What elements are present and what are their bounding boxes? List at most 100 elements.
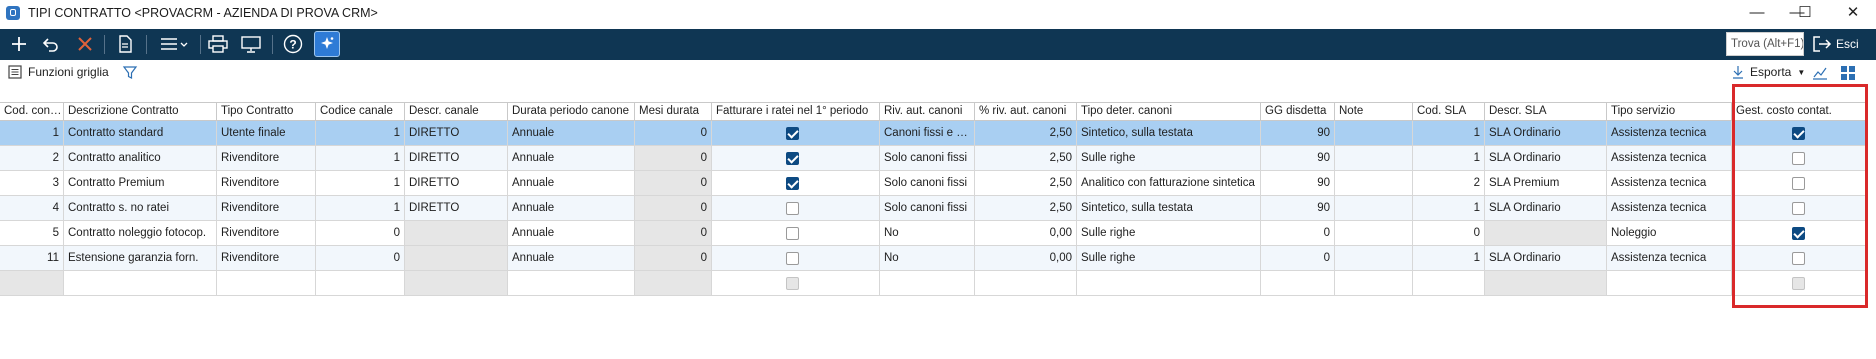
print-icon[interactable] <box>205 31 231 57</box>
table-cell[interactable]: 4 <box>0 196 64 221</box>
table-cell[interactable]: Solo canoni fissi <box>880 196 975 221</box>
table-cell[interactable]: Rivenditore <box>217 146 316 171</box>
table-row[interactable]: 2 Contratto analitico Rivenditore 1 DIRETTO A… <box>0 146 1876 171</box>
checkbox[interactable] <box>786 152 799 165</box>
table-cell[interactable]: 1 <box>1413 246 1485 271</box>
table-cell[interactable]: 3 <box>0 171 64 196</box>
table-cell[interactable]: Sulle righe <box>1077 221 1261 246</box>
table-cell[interactable]: DIRETTO <box>405 171 508 196</box>
table-cell[interactable]: SLA Premium <box>1485 171 1607 196</box>
table-cell[interactable] <box>0 271 64 296</box>
close-button[interactable]: ✕ <box>1830 0 1876 28</box>
table-cell[interactable]: Estensione garanzia forn. <box>64 246 217 271</box>
table-cell[interactable]: 2,50 <box>975 146 1077 171</box>
table-cell[interactable]: Contratto noleggio fotocop. <box>64 221 217 246</box>
table-row[interactable]: 4 Contratto s. no ratei Rivenditore 1 DIRETT… <box>0 196 1876 221</box>
table-cell[interactable] <box>405 221 508 246</box>
table-cell[interactable] <box>64 271 217 296</box>
grid-functions-button[interactable]: Funzioni griglia <box>8 65 109 79</box>
table-cell[interactable]: DIRETTO <box>405 196 508 221</box>
table-cell[interactable]: Sulle righe <box>1077 146 1261 171</box>
table-cell[interactable]: 90 <box>1261 196 1335 221</box>
table-cell[interactable]: Rivenditore <box>217 246 316 271</box>
table-cell[interactable]: 0 <box>1261 246 1335 271</box>
table-cell[interactable]: Solo canoni fissi <box>880 146 975 171</box>
checkbox[interactable] <box>786 202 799 215</box>
column-header[interactable]: % riv. aut. canoni <box>975 102 1077 121</box>
table-cell[interactable]: Annuale <box>508 171 635 196</box>
preview-icon[interactable] <box>238 31 264 57</box>
checkbox[interactable] <box>786 127 799 140</box>
document-icon[interactable] <box>112 31 138 57</box>
new-icon[interactable] <box>6 31 32 57</box>
table-cell[interactable]: Solo canoni fissi <box>880 171 975 196</box>
table-cell[interactable] <box>1485 221 1607 246</box>
table-cell[interactable]: Contratto Premium <box>64 171 217 196</box>
chart-icon[interactable] <box>1812 65 1828 81</box>
column-header[interactable]: Codice canale <box>316 102 405 121</box>
table-cell[interactable] <box>712 246 880 271</box>
table-cell[interactable] <box>712 121 880 146</box>
column-header[interactable]: Descr. canale <box>405 102 508 121</box>
table-cell[interactable]: 0 <box>635 171 712 196</box>
table-cell[interactable] <box>712 171 880 196</box>
table-cell[interactable]: Contratto standard <box>64 121 217 146</box>
table-cell[interactable]: Rivenditore <box>217 196 316 221</box>
column-header[interactable]: Tipo servizio <box>1607 102 1732 121</box>
table-cell[interactable]: 2,50 <box>975 196 1077 221</box>
table-cell[interactable]: 0 <box>635 121 712 146</box>
table-cell[interactable]: SLA Ordinario <box>1485 196 1607 221</box>
table-cell[interactable] <box>316 271 405 296</box>
table-cell[interactable] <box>508 271 635 296</box>
table-cell[interactable]: No <box>880 221 975 246</box>
table-cell[interactable]: Sintetico, sulla testata <box>1077 121 1261 146</box>
table-cell[interactable] <box>880 271 975 296</box>
column-header[interactable]: Cod. contratto <box>0 102 64 121</box>
table-cell[interactable] <box>1077 271 1261 296</box>
undo-icon[interactable] <box>38 31 64 57</box>
table-row[interactable]: 3 Contratto Premium Rivenditore 1 DIRETTO Ann… <box>0 171 1876 196</box>
table-row[interactable]: 11 Estensione garanzia forn. Rivenditore 0 A… <box>0 246 1876 271</box>
table-cell[interactable]: 0,00 <box>975 221 1077 246</box>
table-cell[interactable]: DIRETTO <box>405 121 508 146</box>
table-cell[interactable]: 0 <box>1261 221 1335 246</box>
table-cell[interactable] <box>1413 271 1485 296</box>
table-cell[interactable]: SLA Ordinario <box>1485 121 1607 146</box>
table-cell[interactable] <box>712 221 880 246</box>
table-cell[interactable]: Assistenza tecnica <box>1607 121 1732 146</box>
table-cell[interactable] <box>217 271 316 296</box>
table-cell[interactable]: 1 <box>316 146 405 171</box>
column-header[interactable]: GG disdetta <box>1261 102 1335 121</box>
table-cell[interactable]: 2,50 <box>975 121 1077 146</box>
table-cell[interactable] <box>1607 271 1732 296</box>
column-header[interactable]: Durata periodo canone <box>508 102 635 121</box>
table-cell[interactable]: 2 <box>1413 171 1485 196</box>
table-cell[interactable]: 90 <box>1261 171 1335 196</box>
table-cell[interactable]: Assistenza tecnica <box>1607 146 1732 171</box>
table-cell[interactable]: Contratto analitico <box>64 146 217 171</box>
table-cell[interactable]: 1 <box>0 121 64 146</box>
table-cell[interactable]: Assistenza tecnica <box>1607 171 1732 196</box>
assistant-icon[interactable] <box>314 31 340 57</box>
table-cell[interactable]: 0 <box>635 221 712 246</box>
column-header[interactable]: Tipo deter. canoni <box>1077 102 1261 121</box>
table-cell[interactable] <box>1261 271 1335 296</box>
table-cell[interactable]: Contratto s. no ratei <box>64 196 217 221</box>
exit-button[interactable]: Esci <box>1812 31 1874 57</box>
table-cell[interactable]: 11 <box>0 246 64 271</box>
table-cell[interactable] <box>405 246 508 271</box>
table-cell[interactable]: No <box>880 246 975 271</box>
table-cell[interactable]: Annuale <box>508 121 635 146</box>
table-cell[interactable]: 5 <box>0 221 64 246</box>
table-cell[interactable] <box>1335 271 1413 296</box>
maximize-button[interactable]: ☐ <box>1782 0 1828 28</box>
table-cell[interactable]: Assistenza tecnica <box>1607 246 1732 271</box>
checkbox[interactable] <box>786 177 799 190</box>
help-icon[interactable]: ? <box>280 31 306 57</box>
table-cell[interactable] <box>712 271 880 296</box>
table-cell[interactable]: 1 <box>1413 196 1485 221</box>
table-cell[interactable]: 0,00 <box>975 246 1077 271</box>
table-cell[interactable]: Assistenza tecnica <box>1607 196 1732 221</box>
table-cell[interactable] <box>1335 221 1413 246</box>
column-header[interactable]: Cod. SLA <box>1413 102 1485 121</box>
